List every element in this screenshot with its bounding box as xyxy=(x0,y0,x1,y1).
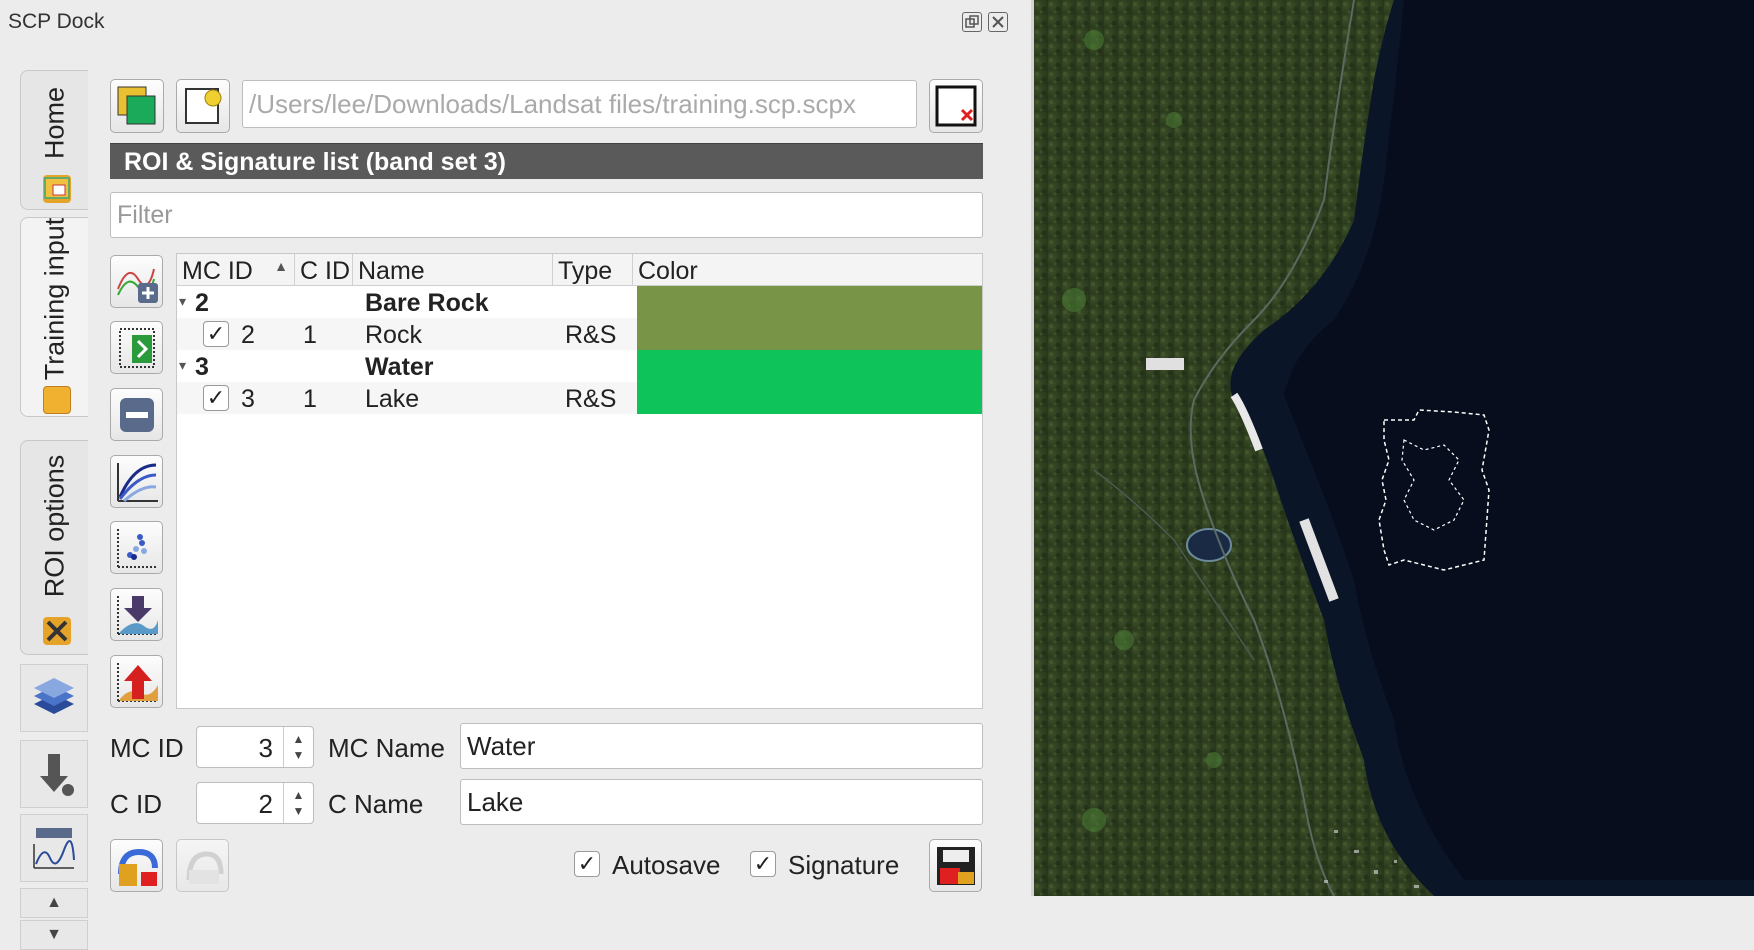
column-type[interactable]: Type xyxy=(553,254,633,286)
column-color[interactable]: Color xyxy=(633,254,982,286)
roi-checkbox[interactable]: ✓ xyxy=(203,321,229,347)
redo-save-button[interactable] xyxy=(176,839,229,892)
group-name: Water xyxy=(365,353,434,381)
reset-input-icon xyxy=(935,85,977,127)
tab-home[interactable]: Home xyxy=(20,70,88,210)
open-training-input-icon xyxy=(185,88,222,124)
save-icon xyxy=(936,846,975,885)
column-name[interactable]: Name xyxy=(353,254,553,286)
band-set-icon xyxy=(34,678,74,714)
vertical-tab-bar: Home Training input ROI options ▲ ▼ xyxy=(18,60,90,950)
map-canvas[interactable] xyxy=(1034,0,1754,896)
tab-roi-options[interactable]: ROI options xyxy=(20,440,88,655)
group-name: Bare Rock xyxy=(365,289,489,317)
open-training-input-button[interactable] xyxy=(176,79,230,133)
item-c-id: 1 xyxy=(303,321,317,349)
column-c-id[interactable]: C ID xyxy=(295,254,353,286)
autosave-checkbox[interactable]: ✓ xyxy=(574,851,600,877)
save-button[interactable] xyxy=(929,839,982,892)
tree-group-row[interactable]: ▾ 3 Water xyxy=(177,350,982,382)
mc-name-label: MC Name xyxy=(328,733,446,763)
download-products-icon xyxy=(40,754,74,796)
signature-label: Signature xyxy=(788,850,900,880)
c-name-label: C Name xyxy=(328,789,424,819)
tree-item-row[interactable]: ✓ 2 1 Rock R&S xyxy=(177,318,982,350)
undo-icon xyxy=(117,848,158,886)
group-color-swatch[interactable] xyxy=(637,350,982,382)
signature-checkbox[interactable]: ✓ xyxy=(750,851,776,877)
mc-id-value: 3 xyxy=(258,733,273,763)
export-up-arrow-icon xyxy=(116,662,158,702)
tab-training-input[interactable]: Training input xyxy=(20,217,88,417)
signature-plot-icon xyxy=(116,462,158,502)
minus-icon xyxy=(119,397,154,432)
training-input-icon xyxy=(43,386,71,414)
group-color-swatch[interactable] xyxy=(637,286,982,318)
add-to-signature-button[interactable] xyxy=(110,255,163,308)
undo-save-button[interactable] xyxy=(110,839,163,892)
spin-arrows-icon[interactable]: ▲ ▼ xyxy=(283,727,313,767)
import-roi-icon xyxy=(118,327,155,368)
autosave-label: Autosave xyxy=(612,850,721,880)
redo-icon xyxy=(186,850,223,884)
c-id-value: 2 xyxy=(258,789,273,819)
close-icon[interactable] xyxy=(988,12,1008,32)
item-mc-id: 2 xyxy=(241,321,255,349)
tree-header: MC ID ▲ C ID Name Type Color xyxy=(177,254,982,286)
column-mc-id[interactable]: MC ID ▲ xyxy=(177,254,295,286)
import-roi-button[interactable] xyxy=(110,321,163,374)
tab-training-input-label: Training input xyxy=(39,217,69,381)
mc-id-spinbox[interactable]: 3 ▲ ▼ xyxy=(196,726,314,768)
scp-dock-panel: SCP Dock Home Training input ROI options xyxy=(0,0,1031,950)
import-signatures-button[interactable] xyxy=(110,588,163,641)
tab-roi-options-label: ROI options xyxy=(39,454,69,598)
delete-roi-button[interactable] xyxy=(110,388,163,441)
roi-signature-tree: MC ID ▲ C ID Name Type Color ▾ 2 Bare Roc… xyxy=(176,253,983,709)
c-id-label: C ID xyxy=(110,789,162,819)
item-color-swatch[interactable] xyxy=(637,318,982,350)
item-name: Rock xyxy=(365,321,422,349)
scroll-down-button[interactable]: ▼ xyxy=(20,920,88,950)
item-c-id: 1 xyxy=(303,385,317,413)
export-signatures-button[interactable] xyxy=(110,655,163,708)
item-color-swatch[interactable] xyxy=(637,382,982,414)
item-type: R&S xyxy=(565,385,617,413)
item-name: Lake xyxy=(365,385,420,413)
roi-signature-list-header: ROI & Signature list (band set 3) xyxy=(110,143,983,179)
dock-title: SCP Dock xyxy=(8,10,105,33)
reset-input-button[interactable] xyxy=(929,79,983,133)
c-id-spinbox[interactable]: 2 ▲ ▼ xyxy=(196,782,314,824)
roi-options-icon xyxy=(43,617,71,645)
tree-item-row[interactable]: ✓ 3 1 Lake R&S xyxy=(177,382,982,414)
training-file-path-field[interactable]: /Users/lee/Downloads/Landsat files/train… xyxy=(242,80,917,128)
scatter-plot-icon xyxy=(116,528,158,568)
item-mc-id: 3 xyxy=(241,385,255,413)
import-down-arrow-icon xyxy=(116,595,158,635)
c-name-field[interactable]: Lake xyxy=(460,779,983,825)
spin-arrows-icon[interactable]: ▲ ▼ xyxy=(283,783,313,823)
item-type: R&S xyxy=(565,321,617,349)
spectral-plot-icon xyxy=(33,828,75,869)
roi-checkbox[interactable]: ✓ xyxy=(203,385,229,411)
mc-name-field[interactable]: Water xyxy=(460,723,983,769)
home-icon xyxy=(43,175,71,203)
download-products-button[interactable] xyxy=(20,740,88,808)
mc-id-label: MC ID xyxy=(110,733,184,763)
sort-ascending-icon: ▲ xyxy=(274,258,288,274)
scroll-up-button[interactable]: ▲ xyxy=(20,888,88,918)
add-signature-icon xyxy=(116,268,158,303)
filter-input[interactable]: Filter xyxy=(110,192,983,238)
new-training-input-button[interactable] xyxy=(110,79,164,133)
spectral-plot-button[interactable] xyxy=(20,814,88,882)
band-set-button[interactable] xyxy=(20,664,88,732)
signature-plot-button[interactable] xyxy=(110,455,163,508)
group-mc-id: 3 xyxy=(195,353,209,381)
tree-group-row[interactable]: ▾ 2 Bare Rock xyxy=(177,286,982,318)
float-icon[interactable] xyxy=(962,12,982,32)
new-training-input-icon xyxy=(117,86,156,125)
tab-home-label: Home xyxy=(39,87,69,160)
group-mc-id: 2 xyxy=(195,289,209,317)
scatter-plot-button[interactable] xyxy=(110,521,163,574)
